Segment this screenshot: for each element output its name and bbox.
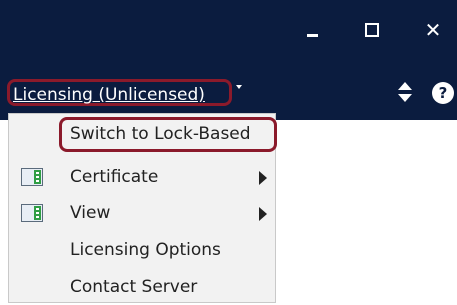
dropdown-caret-icon[interactable] — [236, 85, 242, 89]
panel-icon — [21, 204, 43, 222]
close-icon: ✕ — [424, 18, 442, 42]
panel-icon — [21, 168, 43, 186]
menu-item-label: Certificate — [70, 167, 159, 187]
menu-item-label: Contact Server — [70, 277, 198, 297]
minimize-icon — [306, 33, 318, 37]
menu-item-switch-to-lock-based[interactable]: Switch to Lock-Based — [9, 116, 275, 152]
menu-item-certificate[interactable]: Certificate — [9, 159, 275, 195]
submenu-arrow-icon — [259, 207, 267, 221]
help-icon[interactable]: ? — [432, 82, 454, 104]
menu-item-label: Switch to Lock-Based — [70, 124, 251, 144]
menu-item-label: Licensing Options — [70, 240, 221, 260]
licensing-menu[interactable]: Licensing (Unlicensed) — [13, 84, 205, 106]
title-bar: ✕ Licensing (Unlicensed) ? — [0, 0, 457, 120]
close-button[interactable]: ✕ — [413, 10, 453, 50]
sort-icon[interactable] — [397, 80, 413, 104]
maximize-button[interactable] — [352, 10, 392, 50]
help-label: ? — [438, 84, 448, 102]
menu-item-view[interactable]: View — [9, 195, 275, 231]
menu-item-contact-server[interactable]: Contact Server — [9, 269, 275, 305]
menu-item-label: View — [70, 203, 111, 223]
licensing-dropdown-menu: Switch to Lock-Based Certificate View Li… — [8, 113, 277, 305]
submenu-arrow-icon — [259, 171, 267, 185]
minimize-button[interactable] — [292, 10, 332, 50]
menu-item-licensing-options[interactable]: Licensing Options — [9, 232, 275, 268]
maximize-icon — [365, 23, 379, 37]
